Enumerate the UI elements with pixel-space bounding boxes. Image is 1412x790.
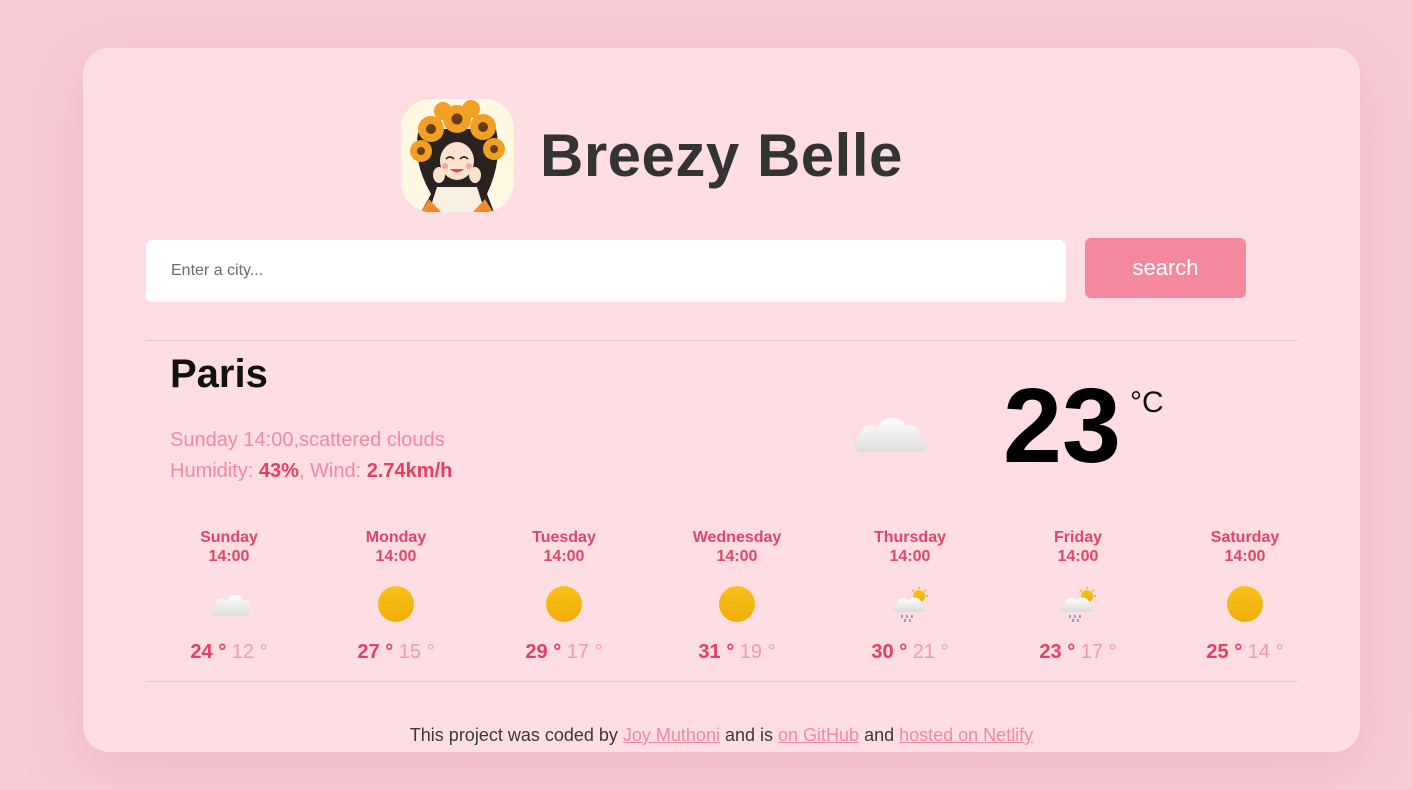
- forecast-time: 14:00: [1224, 548, 1266, 565]
- degree-symbol: °: [385, 641, 394, 663]
- forecast-day-name: Saturday: [1210, 529, 1280, 546]
- forecast-day-name: Friday: [1053, 529, 1102, 546]
- current-temperature: 23: [1003, 367, 1121, 485]
- forecast-day-name: Sunday: [200, 529, 258, 546]
- degree-symbol: °: [218, 641, 227, 663]
- degree-symbol: °: [1108, 641, 1117, 663]
- forecast-day-name: Monday: [365, 529, 427, 546]
- forecast-max-temp: 25: [1206, 641, 1229, 663]
- footer-and: and: [859, 725, 900, 745]
- weather-app-card: Breezy Belle search Paris Sunday 14:00,s…: [83, 48, 1360, 752]
- forecast-min-temp: 17: [566, 641, 590, 663]
- forecast-day: Monday 14:00 27 ° 15 °: [321, 528, 471, 664]
- forecast-min-temp: 15: [398, 641, 422, 663]
- current-cloud-icon: [854, 417, 928, 452]
- footer-middle: and is: [719, 725, 779, 745]
- wind-value: 2.74km/h: [366, 460, 453, 482]
- wind-label: , Wind:: [298, 460, 367, 482]
- forecast-day: Friday 14:00 23 ° 17 °: [1003, 528, 1153, 664]
- sun-icon: [546, 586, 582, 622]
- forecast-day-name: Tuesday: [532, 529, 596, 546]
- forecast-max-temp: 29: [525, 641, 548, 663]
- forecast-day-name: Thursday: [873, 529, 946, 546]
- degree-symbol: °: [767, 641, 776, 663]
- forecast-max-temp: 30: [871, 641, 894, 663]
- date-description-line: Sunday 14:00,scattered clouds: [170, 425, 452, 456]
- author-link[interactable]: Joy Muthoni: [623, 725, 720, 745]
- forecast-max-temp: 23: [1039, 641, 1062, 663]
- forecast-time: 14:00: [208, 548, 250, 565]
- forecast-day: Saturday 14:00 25 ° 14 °: [1170, 528, 1320, 664]
- forecast-temps: 31 ° 19 °: [662, 640, 812, 664]
- forecast-day: Thursday 14:00 30 ° 21 °: [835, 528, 985, 664]
- weather-description: scattered clouds: [299, 429, 445, 451]
- forecast-day: Wednesday 14:00 31 ° 19 °: [662, 528, 812, 664]
- sun-icon: [719, 586, 755, 622]
- forecast-time: 14:00: [543, 548, 585, 565]
- city-name: Paris: [170, 352, 268, 396]
- temperature-unit: °C: [1130, 386, 1164, 419]
- footer-prefix: This project was coded by: [409, 725, 623, 745]
- rain-sun-icon: [1059, 587, 1096, 622]
- logo: [401, 99, 514, 212]
- forecast: Sunday 14:00 24 ° 12 ° Monday 14:00 27 ° 15 °…: [146, 528, 1298, 678]
- footer: This project was coded by Joy Muthoni an…: [83, 725, 1360, 746]
- bottom-divider: [146, 681, 1298, 682]
- forecast-temps: 27 ° 15 °: [321, 640, 471, 664]
- humidity-label: Humidity:: [170, 460, 259, 482]
- github-link[interactable]: on GitHub: [778, 725, 859, 745]
- degree-symbol: °: [899, 641, 908, 663]
- rain-sun-icon: [891, 587, 928, 622]
- forecast-time: 14:00: [716, 548, 758, 565]
- forecast-temps: 25 ° 14 °: [1170, 640, 1320, 664]
- forecast-temps: 24 ° 12 °: [154, 640, 304, 664]
- degree-symbol: °: [594, 641, 603, 663]
- cloud-icon: [210, 595, 249, 616]
- forecast-temps: 29 ° 17 °: [489, 640, 639, 664]
- search-button[interactable]: search: [1085, 238, 1246, 298]
- forecast-min-temp: 21: [912, 641, 936, 663]
- sunflower-girl-logo-icon: [401, 99, 514, 212]
- sun-icon: [1227, 586, 1263, 622]
- sun-icon: [378, 586, 414, 622]
- degree-symbol: °: [940, 641, 949, 663]
- forecast-time: 14:00: [1057, 548, 1099, 565]
- app-title: Breezy Belle: [540, 121, 903, 189]
- forecast-temps: 30 ° 21 °: [835, 640, 985, 664]
- top-divider: [146, 340, 1298, 341]
- forecast-temps: 23 ° 17 °: [1003, 640, 1153, 664]
- forecast-day-name: Wednesday: [692, 529, 782, 546]
- search-input[interactable]: [146, 240, 1066, 302]
- degree-symbol: °: [1275, 641, 1284, 663]
- humidity-wind-line: Humidity: 43%, Wind: 2.74km/h: [170, 456, 452, 487]
- degree-symbol: °: [426, 641, 435, 663]
- weather-details: Sunday 14:00,scattered clouds Humidity: …: [170, 425, 452, 487]
- forecast-time: 14:00: [375, 548, 417, 565]
- forecast-time: 14:00: [889, 548, 931, 565]
- forecast-max-temp: 27: [357, 641, 380, 663]
- degree-symbol: °: [1067, 641, 1076, 663]
- forecast-max-temp: 31: [698, 641, 721, 663]
- forecast-min-temp: 17: [1080, 641, 1104, 663]
- forecast-day: Sunday 14:00 24 ° 12 °: [154, 528, 304, 664]
- netlify-link[interactable]: hosted on Netlify: [899, 725, 1033, 745]
- forecast-min-temp: 12: [231, 641, 255, 663]
- degree-symbol: °: [726, 641, 735, 663]
- forecast-min-temp: 14: [1247, 641, 1271, 663]
- humidity-value: 43%: [258, 460, 299, 482]
- degree-symbol: °: [1234, 641, 1243, 663]
- degree-symbol: °: [553, 641, 562, 663]
- forecast-day: Tuesday 14:00 29 ° 17 °: [489, 528, 639, 664]
- app-header: Breezy Belle: [401, 99, 903, 212]
- forecast-max-temp: 24: [190, 641, 213, 663]
- degree-symbol: °: [259, 641, 268, 663]
- current-datetime: Sunday 14:00: [170, 429, 294, 451]
- forecast-min-temp: 19: [739, 641, 763, 663]
